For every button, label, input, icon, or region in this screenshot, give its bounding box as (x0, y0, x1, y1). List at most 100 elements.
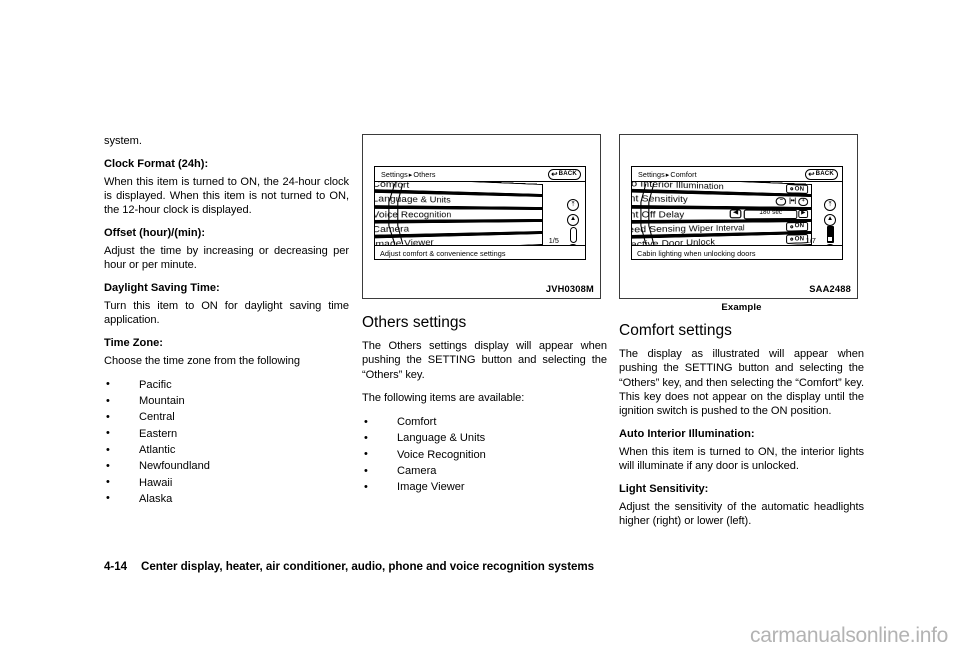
setting-label: Light Sensitivity (632, 192, 688, 206)
list-item: Voice Recognition (362, 446, 607, 463)
radio-dot-icon (790, 187, 794, 191)
heading-offset: Offset (hour)/(min): (104, 227, 206, 240)
menu-list: Comfort Language & Units Voice Recogniti… (375, 182, 543, 245)
list-item: Language & Units (362, 430, 607, 447)
scrollbar-track[interactable] (569, 227, 577, 243)
sensitivity-slider[interactable]: |••| (788, 197, 797, 205)
figure-others-settings: Settings▸Others ↩ BACK Comfort Language … (362, 134, 601, 299)
list-item: Pacific (104, 376, 349, 393)
scroll-top-button[interactable]: ⤒ (824, 199, 836, 211)
list-item: Hawaii (104, 474, 349, 491)
increase-button[interactable]: + (798, 197, 809, 207)
breadcrumb: Settings▸Comfort (638, 170, 697, 179)
setting-label: Light Off Delay (632, 208, 685, 220)
heading-auto-interior-illumination: Auto Interior Illumination: (619, 428, 755, 441)
column-right: Settings▸Comfort ↩ BACK Auto Interior Ill… (619, 134, 864, 537)
back-button-label: BACK (815, 170, 834, 178)
list-item: Newfoundland (104, 458, 349, 475)
display-status-bar: Cabin lighting when unlocking doors (632, 245, 842, 259)
breadcrumb-root: Settings (381, 170, 408, 179)
menu-item-label: Language & Units (375, 193, 451, 206)
display-list-area: Auto Interior Illumination ON Light Sens (632, 182, 842, 245)
list-item: Mountain (104, 393, 349, 410)
watermark: carmanualsonline.info (750, 624, 948, 647)
next-value-button[interactable]: ▶ (798, 209, 809, 219)
setting-label: Speed Sensing Wiper Interval (632, 222, 745, 236)
heading-light-sensitivity: Light Sensitivity: (619, 483, 709, 496)
time-zone-list: Pacific Mountain Central Eastern Atlanti… (104, 376, 349, 507)
setting-label: Auto Interior Illumination (632, 182, 724, 192)
breadcrumb-current: Comfort (670, 170, 697, 179)
back-button[interactable]: ↩ BACK (805, 169, 838, 180)
display-others: Settings▸Others ↩ BACK Comfort Language … (374, 166, 586, 260)
back-arrow-icon: ↩ (551, 169, 558, 179)
back-arrow-icon: ↩ (808, 169, 815, 179)
heading-daylight-saving: Daylight Saving Time: (104, 282, 220, 295)
section-title-comfort-settings: Comfort settings (619, 322, 732, 339)
breadcrumb-root: Settings (638, 170, 665, 179)
toggle-value: ON (794, 184, 805, 193)
display-title-bar: Settings▸Others ↩ BACK (375, 167, 585, 182)
list-item: Central (104, 409, 349, 426)
display-list-area: Comfort Language & Units Voice Recogniti… (375, 182, 585, 245)
scrollbar-thumb[interactable] (828, 237, 832, 242)
body-time-zone: Choose the time zone from the following (104, 354, 300, 367)
previous-value-button[interactable]: ◀ (729, 209, 742, 219)
scroll-controls: ⤒ ▲ ▼ ⤓ (567, 199, 582, 245)
setting-control[interactable]: ◀ 180 sec ▶ (729, 209, 809, 220)
decrease-button[interactable]: − (776, 196, 787, 206)
scroll-up-button[interactable]: ▲ (824, 213, 836, 226)
heading-time-zone: Time Zone: (104, 337, 163, 350)
paragraph-others-items-lead: The following items are available: (362, 391, 525, 404)
toggle-on-button[interactable]: ON (785, 184, 809, 194)
back-button[interactable]: ↩ BACK (548, 169, 581, 180)
toggle-value: ON (794, 234, 805, 243)
page-footer: 4-14 Center display, heater, air conditio… (104, 560, 594, 573)
body-daylight-saving: Turn this item to ON for daylight saving… (104, 299, 349, 326)
list-item: Atlantic (104, 442, 349, 459)
scroll-top-button[interactable]: ⤒ (567, 199, 579, 211)
toggle-on-button[interactable]: ON (785, 222, 809, 232)
menu-item-label: Voice Recognition (375, 208, 452, 220)
figure-code: JVH0308M (545, 284, 594, 294)
column-middle: Settings▸Others ↩ BACK Comfort Language … (362, 134, 607, 505)
body-offset: Adjust the time by increasing or decreas… (104, 244, 349, 272)
radio-dot-icon (790, 225, 794, 229)
display-title-bar: Settings▸Comfort ↩ BACK (632, 167, 842, 182)
section-title-others-settings: Others settings (362, 314, 467, 331)
figure-comfort-settings: Settings▸Comfort ↩ BACK Auto Interior Ill… (619, 134, 858, 299)
menu-item-label: Camera (375, 223, 410, 235)
page-indicator: 1/7 (805, 236, 816, 245)
paragraph-others-intro: The Others settings display will appear … (362, 340, 607, 381)
figure-caption: Example (721, 302, 762, 313)
body-light-sensitivity: Adjust the sensitivity of the automatic … (619, 500, 864, 527)
list-item: Comfort (362, 414, 607, 431)
setting-label: Selective Door Unlock (632, 236, 715, 245)
setting-control[interactable]: ON (785, 222, 809, 232)
paragraph-comfort-intro: The display as illustrated will appear w… (619, 348, 864, 418)
list-item: Eastern (104, 425, 349, 442)
footer-page-number: 4-14 (104, 560, 128, 573)
continuation-text: system. (104, 135, 142, 147)
body-auto-interior-illumination: When this item is turned to ON, the inte… (619, 445, 864, 473)
scroll-controls: ⤒ ▲ ▼ ⤓ (824, 199, 839, 245)
figure-code: SAA2488 (809, 284, 851, 294)
footer-title: Center display, heater, air conditioner,… (141, 560, 595, 573)
setting-control[interactable]: ON (785, 184, 809, 194)
settings-list: Auto Interior Illumination ON Light Sens (632, 182, 812, 245)
toggle-value: ON (794, 222, 805, 230)
status-text: Adjust comfort & convenience settings (380, 248, 506, 258)
page-indicator: 1/5 (548, 236, 559, 245)
display-status-bar: Adjust comfort & convenience settings (375, 245, 585, 259)
list-item: Image Viewer (362, 479, 607, 496)
scrollbar-track[interactable] (826, 226, 834, 243)
scroll-up-button[interactable]: ▲ (567, 213, 579, 226)
column-left: system. Clock Format (24h): When this it… (104, 134, 349, 516)
others-items-list: Comfort Language & Units Voice Recogniti… (362, 414, 607, 496)
setting-control[interactable]: − |••| + (776, 196, 809, 207)
list-item: Camera (362, 463, 607, 480)
menu-item-label: Comfort (375, 182, 410, 191)
body-clock-format: When this item is turned to ON, the 24-h… (104, 175, 349, 217)
radio-dot-icon (790, 237, 794, 242)
back-button-label: BACK (558, 170, 577, 178)
